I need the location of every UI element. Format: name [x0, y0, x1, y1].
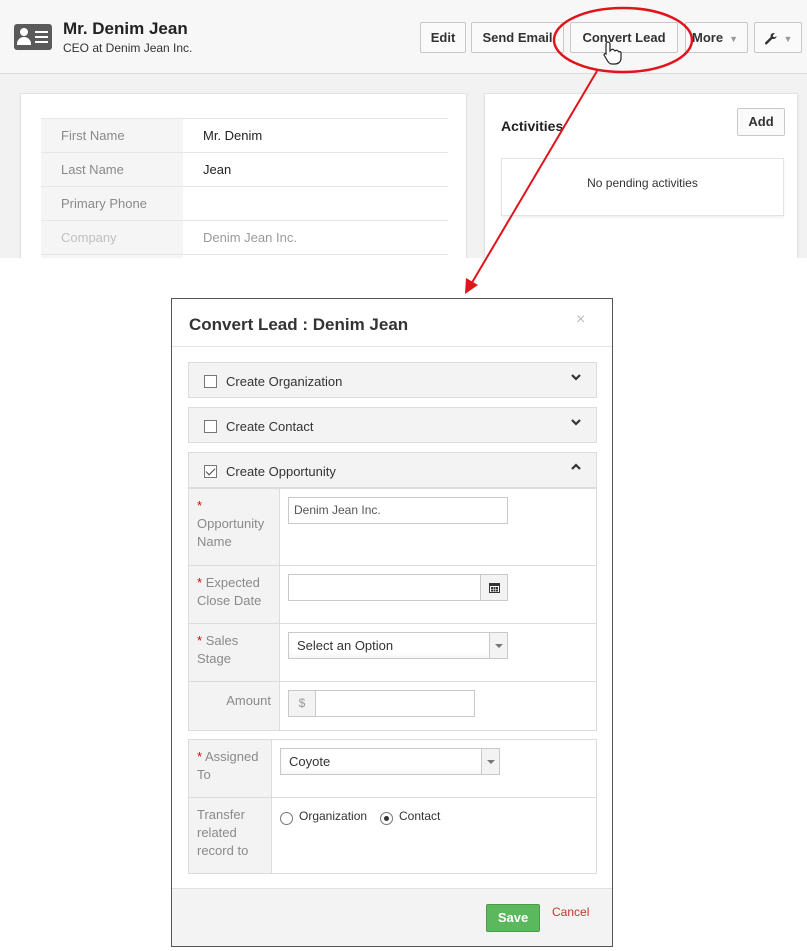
create-organization-checkbox[interactable] — [204, 375, 217, 388]
annotation-arrowhead — [465, 278, 478, 294]
dropdown-arrow-icon[interactable] — [489, 633, 507, 658]
sales-stage-label-text: Sales Stage — [197, 633, 239, 666]
lead-subtitle: CEO at Denim Jean Inc. — [63, 41, 193, 55]
activities-empty-state: No pending activities — [501, 158, 784, 216]
detail-label: Last Name — [41, 152, 183, 187]
lead-header: Mr. Denim Jean CEO at Denim Jean Inc. Ed… — [0, 0, 807, 74]
wrench-icon — [764, 32, 777, 45]
edit-button[interactable]: Edit — [420, 22, 466, 53]
create-contact-section[interactable]: Create Contact — [188, 407, 597, 443]
lead-detail-page: Mr. Denim Jean CEO at Denim Jean Inc. Ed… — [0, 0, 807, 272]
detail-value[interactable]: Jean — [183, 152, 448, 187]
lead-name: Mr. Denim Jean — [63, 19, 188, 38]
currency-prefix: $ — [288, 690, 316, 717]
settings-caret-icon: ▼ — [783, 34, 793, 44]
convert-lead-button[interactable]: Convert Lead — [570, 22, 678, 53]
create-opportunity-label: Create Opportunity — [226, 464, 336, 479]
assigned-to-label-text: Assigned To — [197, 749, 259, 782]
amount-row: Amount $ — [189, 682, 596, 730]
save-button[interactable]: Save — [486, 904, 540, 932]
calendar-button[interactable] — [480, 574, 508, 601]
lead-card-icon — [14, 24, 52, 50]
chevron-down-icon[interactable] — [571, 372, 581, 382]
more-caret-icon: ▼ — [729, 34, 738, 44]
detail-value[interactable]: Denim Jean Inc. — [183, 220, 448, 255]
assigned-to-select[interactable]: Coyote — [280, 748, 500, 775]
dialog-title: Convert Lead : Denim Jean — [189, 315, 409, 334]
detail-row: Company Denim Jean Inc. — [41, 220, 448, 255]
transfer-contact-radio[interactable] — [380, 812, 393, 825]
transfer-row: Transfer related record to Organization … — [189, 798, 596, 873]
dialog-footer: Save Cancel — [172, 888, 612, 946]
assigned-to-label: * Assigned To — [189, 740, 272, 797]
opportunity-name-input[interactable]: Denim Jean Inc. — [288, 497, 508, 524]
opportunity-name-row: * Opportunity Name Denim Jean Inc. — [189, 489, 596, 566]
transfer-contact-label: Contact — [399, 809, 441, 823]
lead-details-table: First Name Mr. Denim Last Name Jean Prim… — [41, 118, 448, 272]
amount-label: Amount — [189, 682, 280, 730]
activities-card: Activities Add No pending activities — [484, 93, 798, 272]
activities-title: Activities — [501, 118, 564, 134]
create-organization-section[interactable]: Create Organization — [188, 362, 597, 398]
opportunity-fields: * Opportunity Name Denim Jean Inc. * Exp… — [188, 488, 597, 731]
lead-details-card: First Name Mr. Denim Last Name Jean Prim… — [20, 93, 467, 272]
sales-stage-row: * Sales Stage Select an Option — [189, 624, 596, 682]
create-organization-label: Create Organization — [226, 374, 343, 389]
required-mark: * — [197, 498, 203, 513]
transfer-organization-label: Organization — [299, 809, 368, 823]
torn-edge — [0, 258, 807, 272]
transfer-organization-radio[interactable] — [280, 812, 293, 825]
detail-label: Primary Phone — [41, 186, 183, 221]
detail-row: Last Name Jean — [41, 152, 448, 187]
detail-label: First Name — [41, 118, 183, 153]
dropdown-arrow-icon[interactable] — [481, 749, 499, 774]
more-button[interactable]: More ▼ — [685, 22, 748, 53]
detail-row: First Name Mr. Denim — [41, 118, 448, 153]
create-contact-checkbox[interactable] — [204, 420, 217, 433]
close-date-label: * Expected Close Date — [189, 566, 280, 623]
settings-menu-button[interactable]: ▼ — [754, 22, 802, 53]
add-activity-button[interactable]: Add — [737, 108, 785, 136]
sales-stage-label: * Sales Stage — [189, 624, 280, 681]
calendar-icon — [488, 583, 500, 594]
sales-stage-select[interactable]: Select an Option — [288, 632, 508, 659]
opportunity-name-label: * Opportunity Name — [189, 489, 280, 565]
more-label: More — [692, 30, 724, 45]
chevron-down-icon[interactable] — [571, 417, 581, 427]
assignment-fields: * Assigned To Coyote Transfer related re… — [188, 739, 597, 874]
create-contact-label: Create Contact — [226, 419, 314, 434]
assigned-to-value: Coyote — [289, 754, 331, 769]
close-icon[interactable]: × — [576, 311, 585, 329]
detail-value[interactable]: Mr. Denim — [183, 118, 448, 153]
assigned-to-row: * Assigned To Coyote — [189, 740, 596, 798]
divider — [172, 346, 612, 347]
opportunity-name-label-text: Opportunity Name — [197, 516, 265, 549]
close-date-input[interactable] — [288, 574, 481, 601]
send-email-button[interactable]: Send Email — [471, 22, 564, 53]
close-date-label-text: Expected Close Date — [197, 575, 262, 608]
amount-input[interactable] — [315, 690, 475, 717]
transfer-label: Transfer related record to — [189, 798, 272, 873]
detail-row: Primary Phone — [41, 186, 448, 221]
required-mark: * — [197, 575, 203, 590]
required-mark: * — [197, 749, 203, 764]
detail-label: Company — [41, 220, 183, 255]
create-opportunity-section[interactable]: Create Opportunity — [188, 452, 597, 488]
close-date-row: * Expected Close Date — [189, 566, 596, 624]
detail-value[interactable] — [183, 186, 448, 221]
sales-stage-value: Select an Option — [297, 638, 394, 653]
convert-lead-dialog: Convert Lead : Denim Jean × Create Organ… — [171, 298, 613, 947]
create-opportunity-checkbox[interactable] — [204, 465, 217, 478]
chevron-up-icon[interactable] — [571, 462, 581, 472]
cancel-link[interactable]: Cancel — [552, 905, 589, 919]
required-mark: * — [197, 633, 203, 648]
